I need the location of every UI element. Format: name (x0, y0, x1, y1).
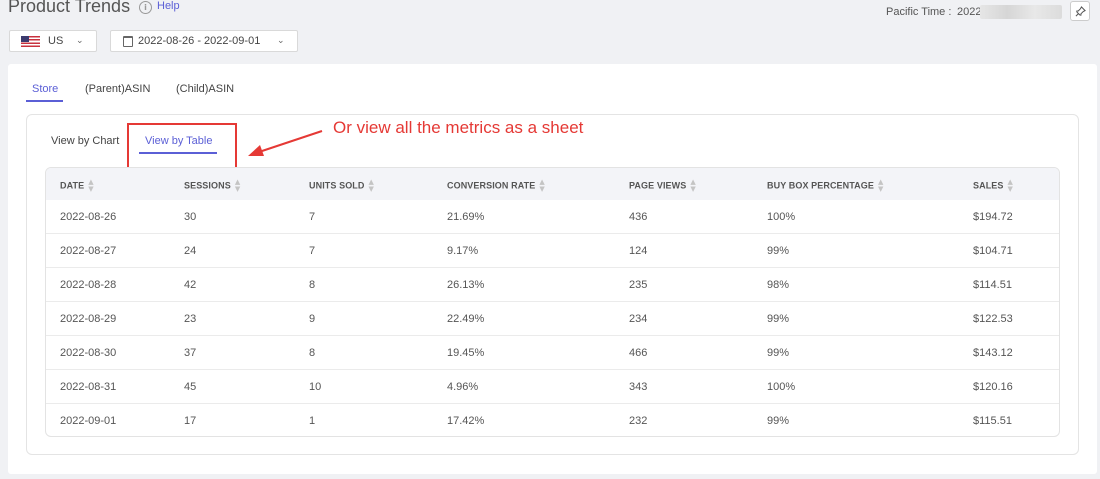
country-value: US (48, 35, 64, 47)
cell-buy-box-percentage: 99% (767, 245, 790, 257)
sort-icon[interactable]: ▲ ▼ (369, 179, 374, 193)
cell-sessions: 45 (184, 381, 197, 393)
cell-conversion-rate: 17.42% (447, 415, 485, 427)
cell-page-views: 343 (629, 381, 648, 393)
pin-icon (1075, 6, 1086, 17)
cell-units-sold: 8 (309, 347, 316, 359)
cell-sessions: 37 (184, 347, 197, 359)
table-row: 2022-08-30 37 8 19.45% 466 99% $143.12 (46, 336, 1059, 370)
cell-sessions: 24 (184, 245, 197, 257)
cell-page-views: 232 (629, 415, 648, 427)
date-range-value: 2022-08-26 - 2022-09-01 (138, 35, 261, 47)
cell-conversion-rate: 21.69% (447, 211, 485, 223)
cell-sales: $143.12 (973, 347, 1013, 359)
cell-page-views: 234 (629, 313, 648, 325)
chevron-down-icon: ⌄ (277, 36, 285, 46)
table-row: 2022-08-31 45 10 4.96% 343 100% $120.16 (46, 370, 1059, 404)
table-row: 2022-08-28 42 8 26.13% 235 98% $114.51 (46, 268, 1059, 302)
sort-icon[interactable]: ▲ ▼ (88, 179, 93, 193)
cell-units-sold: 7 (309, 245, 316, 257)
cell-sessions: 17 (184, 415, 197, 427)
content-card: View by Chart View by Table Or view all … (26, 114, 1079, 455)
cell-buy-box-percentage: 100% (767, 381, 796, 393)
table-row: 2022-09-01 17 1 17.42% 232 99% $115.51 (46, 404, 1059, 436)
cell-conversion-rate: 22.49% (447, 313, 485, 325)
pacific-time-value: 2022 (957, 6, 982, 18)
table-row: 2022-08-27 24 7 9.17% 124 99% $104.71 (46, 234, 1059, 268)
cell-units-sold: 10 (309, 381, 322, 393)
tab-child-asin[interactable]: (Child)ASIN (176, 83, 234, 95)
cell-page-views: 466 (629, 347, 648, 359)
sort-icon[interactable]: ▲ ▼ (539, 179, 544, 193)
cell-sales: $122.53 (973, 313, 1013, 325)
table-row: 2022-08-29 23 9 22.49% 234 99% $122.53 (46, 302, 1059, 336)
cell-sessions: 42 (184, 279, 197, 291)
cell-buy-box-percentage: 98% (767, 279, 790, 291)
column-header-date[interactable]: DATE ▲ ▼ (60, 179, 94, 193)
table-header: DATE ▲ ▼ SESSIONS ▲ ▼ UNITS SOLD ▲ ▼ CONVERSIO… (46, 168, 1059, 200)
calendar-icon (123, 36, 133, 47)
tab-parent-asin[interactable]: (Parent)ASIN (85, 83, 150, 95)
cell-page-views: 124 (629, 245, 648, 257)
cell-sales: $114.51 (973, 279, 1012, 291)
cell-date: 2022-08-26 (60, 211, 117, 223)
cell-conversion-rate: 26.13% (447, 279, 485, 291)
cell-date: 2022-08-29 (60, 313, 117, 325)
sort-icon[interactable]: ▲ ▼ (235, 179, 240, 193)
cell-page-views: 436 (629, 211, 648, 223)
cell-buy-box-percentage: 100% (767, 211, 796, 223)
tab-store[interactable]: Store (32, 83, 58, 95)
cell-units-sold: 8 (309, 279, 316, 291)
us-flag-icon (21, 36, 40, 47)
cell-sessions: 30 (184, 211, 197, 223)
cell-page-views: 235 (629, 279, 648, 291)
highlight-box (127, 123, 237, 169)
sort-icon[interactable]: ▲ ▼ (690, 179, 695, 193)
date-range-picker[interactable]: 2022-08-26 - 2022-09-01 ⌄ (110, 30, 298, 52)
cell-date: 2022-09-01 (60, 415, 117, 427)
view-by-chart-tab[interactable]: View by Chart (51, 135, 119, 147)
info-icon[interactable]: i (139, 1, 152, 14)
cell-sales: $104.71 (973, 245, 1013, 257)
annotation-text: Or view all the metrics as a sheet (333, 118, 584, 137)
cell-date: 2022-08-31 (60, 381, 117, 393)
page-title: Product Trends (8, 0, 131, 16)
cell-units-sold: 1 (309, 415, 316, 427)
cell-conversion-rate: 4.96% (447, 381, 479, 393)
cell-units-sold: 9 (309, 313, 316, 325)
cell-buy-box-percentage: 99% (767, 347, 790, 359)
active-tab-indicator (26, 100, 63, 102)
cell-buy-box-percentage: 99% (767, 313, 790, 325)
cell-sales: $194.72 (973, 211, 1013, 223)
annotation-arrow (248, 130, 323, 156)
column-header-page-views[interactable]: PAGE VIEWS ▲ ▼ (629, 179, 696, 193)
column-header-units-sold[interactable]: UNITS SOLD ▲ ▼ (309, 179, 374, 193)
cell-date: 2022-08-28 (60, 279, 117, 291)
pacific-time-label: Pacific Time : (886, 6, 952, 18)
cell-units-sold: 7 (309, 211, 316, 223)
main-panel: Store (Parent)ASIN (Child)ASIN View by C… (8, 64, 1097, 474)
help-link[interactable]: Help (157, 0, 180, 12)
column-header-conversion-rate[interactable]: CONVERSION RATE ▲ ▼ (447, 179, 545, 193)
column-header-sessions[interactable]: SESSIONS ▲ ▼ (184, 179, 240, 193)
cell-sessions: 23 (184, 313, 197, 325)
sort-icon[interactable]: ▲ ▼ (878, 179, 883, 193)
cell-sales: $120.16 (973, 381, 1013, 393)
sort-icon[interactable]: ▲ ▼ (1008, 179, 1013, 193)
country-select[interactable]: US ⌄ (9, 30, 97, 52)
cell-conversion-rate: 19.45% (447, 347, 485, 359)
cell-date: 2022-08-30 (60, 347, 117, 359)
table-row: 2022-08-26 30 7 21.69% 436 100% $194.72 (46, 200, 1059, 234)
cell-date: 2022-08-27 (60, 245, 117, 257)
metrics-table: DATE ▲ ▼ SESSIONS ▲ ▼ UNITS SOLD ▲ ▼ CONVERSIO… (45, 167, 1060, 437)
column-header-buy-box-percentage[interactable]: BUY BOX PERCENTAGE ▲ ▼ (767, 179, 883, 193)
cell-buy-box-percentage: 99% (767, 415, 790, 427)
cell-conversion-rate: 9.17% (447, 245, 479, 257)
redacted-time (980, 5, 1062, 19)
column-header-sales[interactable]: SALES ▲ ▼ (973, 179, 1013, 193)
cell-sales: $115.51 (973, 415, 1012, 427)
pin-button[interactable] (1070, 1, 1090, 21)
chevron-down-icon: ⌄ (76, 36, 84, 46)
